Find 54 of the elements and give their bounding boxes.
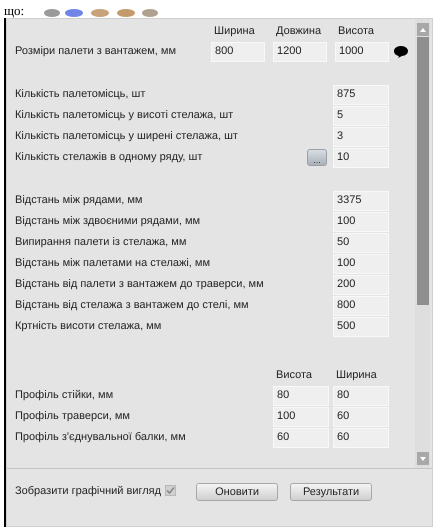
input-field[interactable]: 3375 xyxy=(333,190,389,210)
input-field[interactable]: 800 xyxy=(333,296,389,316)
checkbox[interactable] xyxy=(165,485,176,496)
column-header: Ширина xyxy=(213,24,256,39)
field-label: Профіль траверси, мм xyxy=(15,409,131,424)
field-label: Кртність висоти стелажа, мм xyxy=(15,319,162,334)
speech-bubble-icon xyxy=(394,46,408,58)
checkbox-label: Зобразити графічний вигляд xyxy=(15,484,162,499)
input-field[interactable]: 500 xyxy=(333,316,389,336)
field-label: Відстань між палетами на стелажі, мм xyxy=(15,256,212,272)
field-label: Кількість палетомісць, шт xyxy=(15,87,146,102)
input-field[interactable]: 100 xyxy=(333,212,389,232)
column-header: Висота xyxy=(337,24,376,39)
field-label: Відстань між здвоєними рядами, мм xyxy=(15,214,202,230)
input-field[interactable]: 5 xyxy=(333,106,389,126)
input-field[interactable]: 80 xyxy=(273,386,329,406)
up-arrow-icon xyxy=(420,28,426,32)
column-header: Ширина xyxy=(335,368,378,383)
scrollbar[interactable] xyxy=(415,19,430,468)
action-button[interactable]: Оновити xyxy=(196,483,278,501)
field-label: Відстань від палети з вантажем до траверси, мм xyxy=(15,277,265,292)
field-label: Профіль стійки, мм xyxy=(15,388,114,404)
input-field[interactable]: 1000 xyxy=(335,42,389,62)
input-field[interactable]: 100 xyxy=(273,406,329,426)
input-field[interactable]: 60 xyxy=(333,428,389,448)
input-field[interactable]: 800 xyxy=(211,42,265,62)
field-label: Кількість палетомісць у висоті стелажа, шт xyxy=(15,108,234,124)
field-label: Кількість стелажів в одному ряду, шт xyxy=(15,150,204,166)
field-label: Відстань між рядами, мм xyxy=(15,193,144,208)
input-field[interactable]: 200 xyxy=(333,274,389,294)
field-label: Профіль з'єднувальної балки, мм xyxy=(15,430,187,446)
page-text: що: xyxy=(4,4,24,18)
input-field[interactable]: 100 xyxy=(333,254,389,274)
input-field[interactable]: 80 xyxy=(333,386,389,406)
down-arrow-icon xyxy=(420,456,426,460)
field-label: Випирання палети із стелажа, мм xyxy=(15,235,188,250)
input-field[interactable]: 875 xyxy=(333,84,389,104)
action-button[interactable]: Результати xyxy=(290,483,372,501)
field-label: Відстань від стелажа з вантажем до стелі, мм xyxy=(15,298,250,314)
column-header: Довжина xyxy=(275,24,322,39)
column-header: Висота xyxy=(275,368,314,383)
field-label: Кількість палетомісць у ширені стелажа, шт xyxy=(15,129,239,144)
scroll-thumb[interactable] xyxy=(416,37,428,305)
more-button[interactable]: ... xyxy=(307,149,327,166)
input-field[interactable]: 1200 xyxy=(273,42,327,62)
input-field[interactable]: 3 xyxy=(333,126,389,146)
input-field[interactable]: 60 xyxy=(273,428,329,448)
scroll-down-button[interactable] xyxy=(416,452,428,465)
input-field[interactable]: 50 xyxy=(333,232,389,252)
input-field[interactable]: 60 xyxy=(333,406,389,426)
field-label: Розміри палети з вантажем, мм xyxy=(15,44,178,60)
input-field[interactable]: 10 xyxy=(333,148,389,168)
checkmark-icon xyxy=(166,486,176,495)
scroll-up-button[interactable] xyxy=(416,23,428,36)
